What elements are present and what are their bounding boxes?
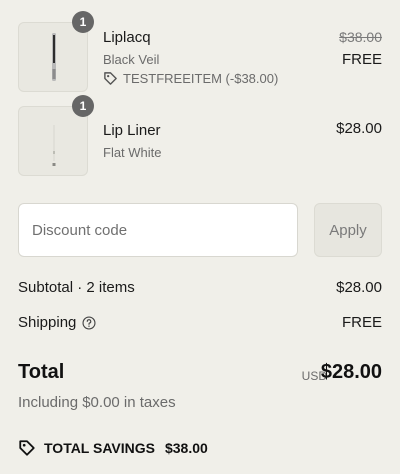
total-amount: $28.00 <box>320 361 382 383</box>
item-name: Liplacq <box>103 29 151 46</box>
discount-code-input[interactable] <box>18 203 298 257</box>
item-variant: Black Veil <box>103 52 160 67</box>
line-item: 1 Liplacq Black Veil TESTFREEITEM (-$38.… <box>18 11 382 92</box>
quantity-badge: 1 <box>72 95 94 117</box>
original-price: $38.00 <box>339 29 382 45</box>
subtotal-value: $28.00 <box>336 279 382 296</box>
shipping-value: FREE <box>341 314 382 331</box>
item-variant: Flat White <box>103 145 162 160</box>
tax-note: Including $0.00 in taxes <box>18 394 176 411</box>
line-item: 1 Lip Liner Flat White $28.00 <box>18 95 382 176</box>
final-price: FREE <box>341 51 382 68</box>
product-thumbnail-liplacq <box>18 22 88 92</box>
product-thumbnail-lip-liner <box>18 106 88 176</box>
lip-liner-image <box>52 125 56 166</box>
item-discount: TESTFREEITEM (-$38.00) <box>103 71 278 86</box>
total-savings: TOTAL SAVINGS $38.00 <box>18 439 208 457</box>
lipstick-image <box>52 33 56 81</box>
total-label: Total <box>18 361 65 383</box>
tag-icon <box>19 440 35 456</box>
tag-icon <box>104 72 117 85</box>
savings-label: TOTAL SAVINGS <box>44 440 155 456</box>
shipping-label: Shipping <box>18 314 77 331</box>
discount-code-text: TESTFREEITEM (-$38.00) <box>123 71 279 86</box>
apply-button[interactable]: Apply <box>314 203 382 257</box>
help-circle-icon[interactable] <box>82 315 96 330</box>
quantity-badge: 1 <box>72 11 94 33</box>
savings-amount: $38.00 <box>164 440 208 456</box>
item-name: Lip Liner <box>103 122 161 139</box>
subtotal-label: Subtotal · 2 items <box>18 279 135 296</box>
item-price: $28.00 <box>336 120 382 137</box>
